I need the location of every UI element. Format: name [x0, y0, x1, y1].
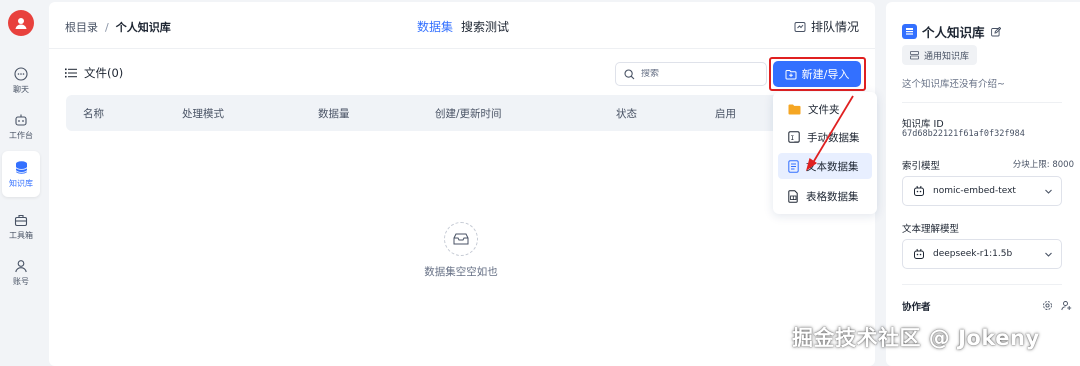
model-robot-icon	[914, 248, 924, 259]
collaborator-actions	[1034, 296, 1072, 315]
breadcrumb: 根目录 / 个人知识库	[65, 19, 171, 35]
column-time: 创建/更新时间	[435, 108, 502, 120]
column-name: 名称	[83, 108, 104, 120]
table-header: 名称 处理模式 数据量 创建/更新时间 状态 启用	[66, 95, 852, 131]
model-robot-icon	[914, 185, 924, 196]
empty-state-icon	[444, 222, 478, 256]
queue-label: 排队情况	[810, 20, 859, 34]
nav-label-toolbox: 工具箱	[9, 231, 33, 240]
kb-icon	[902, 24, 917, 39]
kb-title: 个人知识库	[902, 22, 1001, 41]
list-icon	[65, 68, 77, 78]
nav-label-chat: 聊天	[13, 85, 29, 94]
nav-item-workbench[interactable]: 工作台	[2, 104, 40, 150]
text-model-label: 文本理解模型	[902, 224, 960, 235]
user-icon	[15, 260, 27, 273]
index-model-label: 索引模型	[902, 161, 941, 172]
breadcrumb-separator: /	[105, 21, 109, 34]
search-input[interactable]	[641, 69, 751, 79]
new-import-label: 新建/导入	[801, 68, 850, 81]
search-icon	[624, 68, 635, 79]
tab-dataset[interactable]: 数据集	[417, 20, 453, 34]
breadcrumb-current: 个人知识库	[115, 21, 171, 34]
files-count-label: 文件(0)	[84, 66, 124, 80]
manual-icon: I_	[788, 131, 800, 143]
dataset-panel: 根目录 / 个人知识库 数据集搜索测试 排队情况 文件(0) 新建/导入 名称 处理…	[49, 2, 875, 366]
menu-label-table-dataset: 表格数据集	[806, 190, 859, 203]
kb-id-value: 67d68b22121f61af0f32f984	[902, 129, 1025, 139]
header-divider	[49, 48, 875, 49]
user-avatar[interactable]	[8, 10, 34, 36]
tab-bar: 数据集 搜索测试	[417, 18, 517, 35]
nav-item-chat[interactable]: 聊天	[2, 58, 40, 104]
add-user-icon[interactable]	[1061, 296, 1072, 315]
column-count: 数据量	[318, 108, 350, 120]
nav-label-workbench: 工作台	[9, 131, 33, 140]
database-icon	[15, 160, 27, 174]
text-file-icon	[788, 159, 799, 173]
column-enabled: 启用	[715, 108, 736, 120]
collaborators-label: 协作者	[902, 302, 931, 313]
divider	[902, 102, 1062, 103]
search-box[interactable]	[615, 62, 767, 86]
kb-type-icon	[910, 50, 919, 59]
robot-icon	[15, 114, 27, 126]
svg-text:I_: I_	[790, 134, 798, 142]
divider	[902, 284, 1062, 285]
empty-box-icon	[453, 233, 469, 245]
annotation-arrow-icon	[806, 95, 854, 171]
nav-item-account[interactable]: 账号	[2, 250, 40, 296]
watermark: 掘金技术社区 @ Jokeny	[792, 326, 1040, 350]
files-header: 文件(0)	[65, 65, 123, 81]
nav-label-knowledge-base: 知识库	[9, 178, 33, 188]
text-model-value: deepseek-r1:1.5b	[933, 249, 1013, 259]
nav-item-toolbox[interactable]: 工具箱	[2, 204, 40, 250]
folder-plus-icon	[785, 69, 797, 79]
kb-id-label: 知识库 ID	[902, 119, 944, 130]
chat-icon	[14, 67, 28, 81]
settings-icon[interactable]	[1042, 296, 1053, 315]
new-import-button[interactable]: 新建/导入	[773, 61, 861, 87]
breadcrumb-root[interactable]: 根目录	[65, 21, 98, 34]
toolbox-icon	[14, 214, 28, 227]
kb-title-text: 个人知识库	[922, 25, 985, 40]
queue-icon	[794, 21, 806, 32]
column-status: 状态	[616, 108, 637, 120]
column-mode: 处理模式	[182, 108, 224, 120]
kb-type-label: 通用知识库	[924, 51, 970, 62]
chevron-down-icon	[1045, 189, 1052, 194]
empty-state-text: 数据集空空如也	[424, 266, 498, 278]
text-model-select[interactable]: deepseek-r1:1.5b	[902, 239, 1062, 269]
kb-info-panel: 个人知识库 通用知识库 这个知识库还没有介绍~ 知识库 ID 67d68b221…	[886, 2, 1080, 366]
nav-item-knowledge-base[interactable]: 知识库	[2, 151, 40, 197]
kb-type-badge: 通用知识库	[902, 45, 978, 65]
nav-label-account: 账号	[13, 277, 29, 286]
kb-intro: 这个知识库还没有介绍~	[902, 79, 1005, 90]
table-file-icon	[788, 189, 798, 203]
index-model-select[interactable]: nomic-embed-text	[902, 176, 1062, 206]
tab-search-test[interactable]: 搜索测试	[461, 20, 509, 34]
menu-item-table-dataset[interactable]: 表格数据集	[778, 183, 872, 209]
avatar-person-icon	[15, 18, 27, 29]
index-model-value: nomic-embed-text	[933, 186, 1016, 196]
chevron-down-icon	[1045, 252, 1052, 257]
edit-icon[interactable]	[990, 26, 1001, 37]
chunk-limit: 分块上限: 8000	[1012, 160, 1074, 170]
queue-status-button[interactable]: 排队情况	[794, 18, 859, 35]
left-nav: 聊天 工作台 知识库 工具箱 账号	[0, 0, 44, 366]
